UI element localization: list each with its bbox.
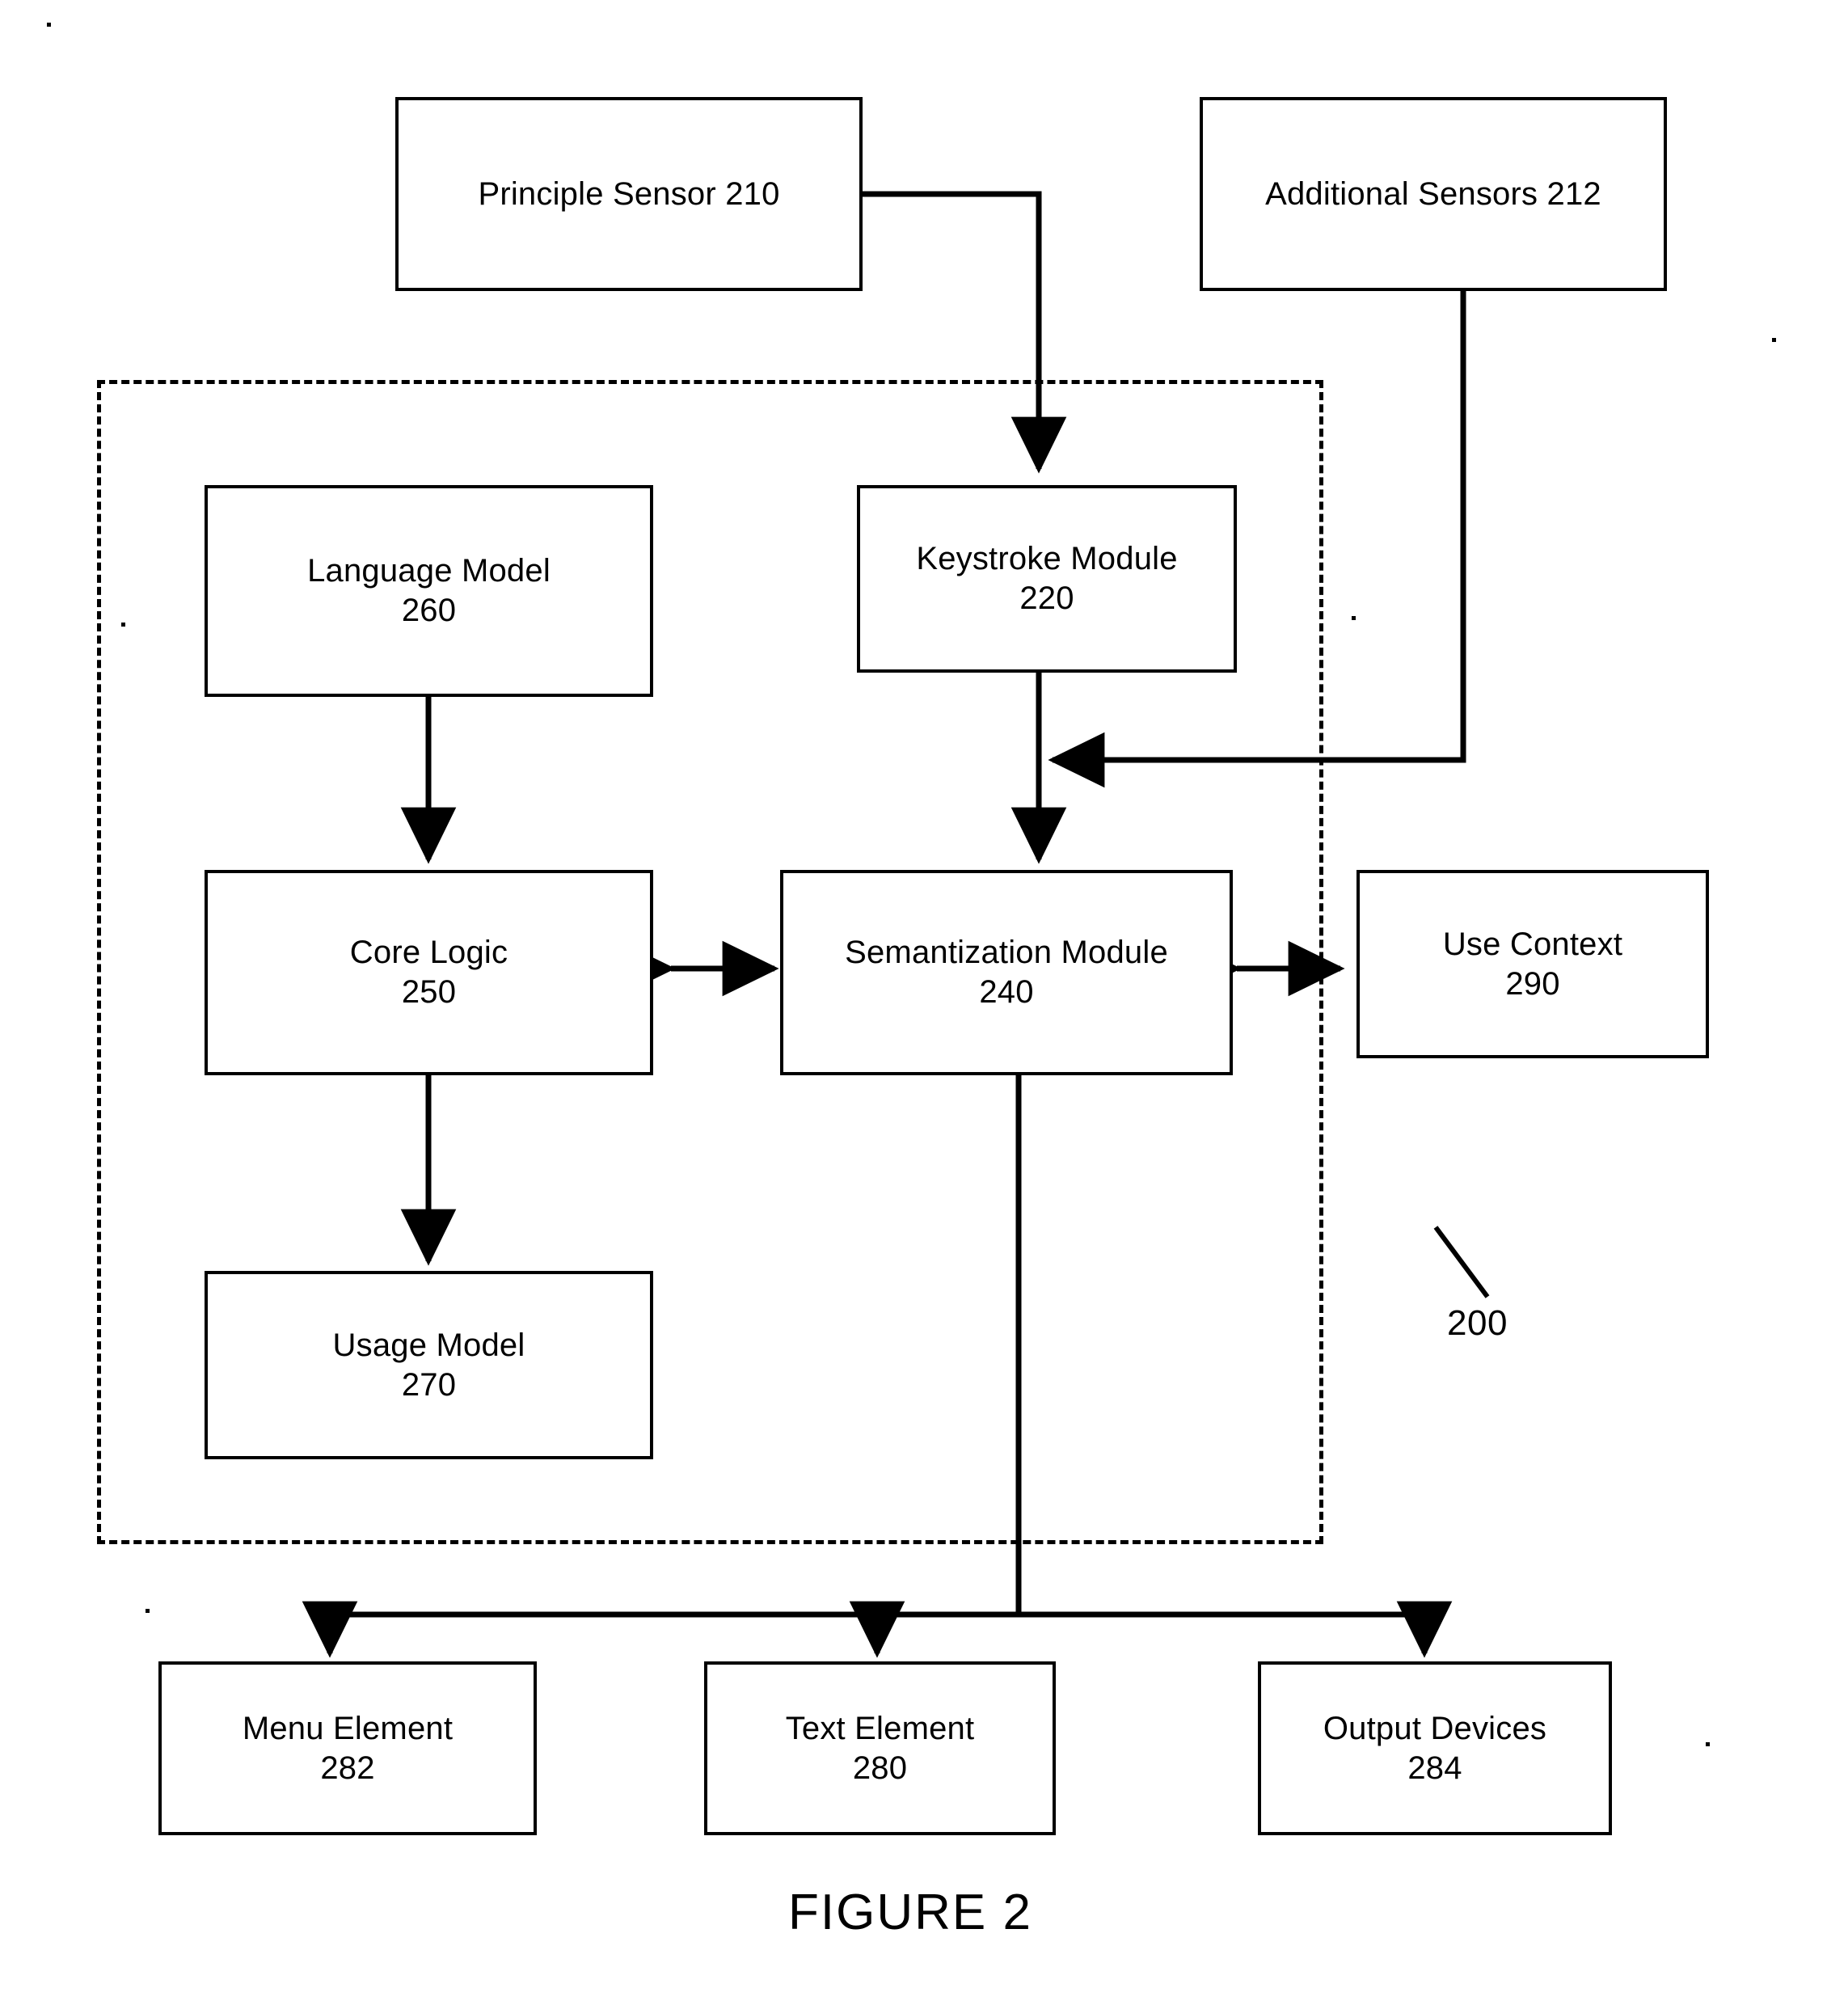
node-use-context-290-label: Use Context — [1442, 926, 1623, 962]
scan-speck — [47, 23, 51, 27]
node-output-devices-284[interactable]: Output Devices 284 — [1258, 1661, 1612, 1835]
node-semantization-module-240[interactable]: Semantization Module 240 — [780, 870, 1233, 1075]
scan-speck — [146, 1609, 150, 1613]
node-use-context-290-ref: 290 — [1505, 965, 1560, 1002]
scan-speck — [121, 623, 125, 627]
node-semantization-module-240-label: Semantization Module — [845, 935, 1168, 971]
node-keystroke-module-220[interactable]: Keystroke Module 220 — [857, 485, 1237, 673]
leader-line-system-200 — [1433, 1226, 1490, 1298]
scan-speck — [1772, 338, 1776, 342]
node-usage-model-270-ref: 270 — [401, 1366, 457, 1403]
node-text-element-280[interactable]: Text Element 280 — [704, 1661, 1056, 1835]
node-menu-element-282-ref: 282 — [320, 1750, 375, 1786]
node-usage-model-270-label: Usage Model — [332, 1327, 525, 1363]
node-core-logic-250[interactable]: Core Logic 250 — [205, 870, 653, 1075]
scan-speck — [1706, 1742, 1710, 1746]
node-additional-sensors-212-label: Additional Sensors 212 — [1265, 175, 1601, 212]
node-keystroke-module-220-label: Keystroke Module — [916, 541, 1178, 577]
node-semantization-module-240-ref: 240 — [979, 974, 1034, 1010]
node-keystroke-module-220-ref: 220 — [1019, 580, 1074, 616]
scan-speck — [1352, 616, 1356, 620]
node-menu-element-282-label: Menu Element — [242, 1710, 454, 1746]
node-principle-sensor-210[interactable]: Principle Sensor 210 — [395, 97, 863, 291]
node-text-element-280-ref: 280 — [852, 1750, 908, 1786]
node-language-model-260-label: Language Model — [307, 553, 551, 589]
figure-caption: FIGURE 2 — [788, 1885, 1032, 1940]
node-use-context-290[interactable]: Use Context 290 — [1356, 870, 1709, 1058]
system-ref-200-label: 200 — [1447, 1303, 1508, 1343]
node-core-logic-250-ref: 250 — [401, 974, 457, 1010]
node-principle-sensor-210-label: Principle Sensor 210 — [478, 175, 780, 212]
node-menu-element-282[interactable]: Menu Element 282 — [158, 1661, 537, 1835]
node-language-model-260-ref: 260 — [401, 593, 457, 628]
node-text-element-280-label: Text Element — [785, 1710, 975, 1746]
patent-figure-2: Principle Sensor 210 Additional Sensors … — [0, 0, 1848, 2005]
node-usage-model-270[interactable]: Usage Model 270 — [205, 1271, 653, 1459]
node-output-devices-284-label: Output Devices — [1323, 1710, 1547, 1746]
node-output-devices-284-ref: 284 — [1407, 1750, 1462, 1786]
node-additional-sensors-212[interactable]: Additional Sensors 212 — [1200, 97, 1667, 291]
node-core-logic-250-label: Core Logic — [349, 935, 508, 971]
node-language-model-260[interactable]: Language Model 260 — [205, 485, 653, 697]
